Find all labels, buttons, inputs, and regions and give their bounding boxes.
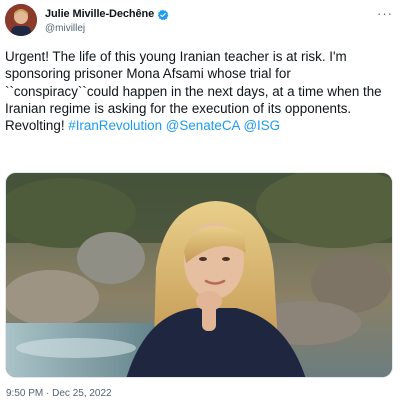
author-info: Julie Miville-Dechêne @mivillej — [45, 7, 169, 34]
hashtag-link[interactable]: #IranRevolution — [68, 118, 162, 133]
avatar[interactable] — [5, 4, 37, 36]
mention-link[interactable]: @ISG — [243, 118, 280, 133]
verified-badge-icon — [157, 8, 169, 21]
author-display-name[interactable]: Julie Miville-Dechêne — [45, 8, 154, 20]
mention-link[interactable]: @SenateCA — [166, 118, 240, 133]
author-handle[interactable]: @mivillej — [45, 23, 169, 34]
tweet-text: Urgent! The life of this young Iranian t… — [5, 48, 397, 134]
tweet-card: Julie Miville-Dechêne @mivillej ··· Urge… — [0, 0, 400, 410]
tweet-header: Julie Miville-Dechêne @mivillej ··· — [5, 4, 395, 38]
tweet-timestamp[interactable]: 9:50 PM · Dec 25, 2022 — [6, 388, 112, 399]
more-options-icon[interactable]: ··· — [377, 6, 393, 21]
tweet-photo[interactable] — [5, 172, 393, 378]
